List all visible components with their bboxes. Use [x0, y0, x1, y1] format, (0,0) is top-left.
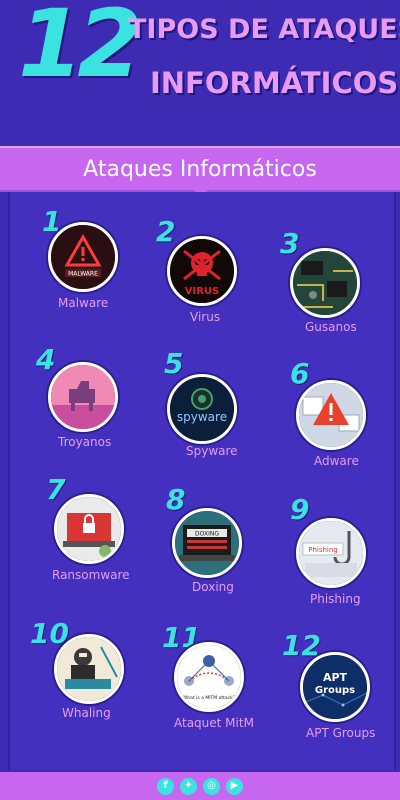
title-line-1: TIPOS DE ATAQUES: [128, 14, 400, 45]
instagram-icon[interactable]: ◎: [203, 777, 220, 795]
virus-skull-icon[interactable]: VIRUS: [167, 236, 237, 306]
spyware-eye-icon[interactable]: spyware: [167, 374, 237, 444]
item-label: Phishing: [310, 592, 361, 606]
infographic-page: 12 TIPOS DE ATAQUES INFORMÁTICOS Ataques…: [0, 0, 400, 800]
doxing-icon-text: DOXING: [195, 531, 219, 538]
header: 12 TIPOS DE ATAQUES INFORMÁTICOS: [0, 0, 400, 140]
banner-title: Ataques Informáticos: [83, 156, 317, 182]
mitm-diagram-icon[interactable]: What is a MITM attack?: [174, 642, 244, 712]
item-label: Malware: [58, 296, 109, 310]
title-line-2: INFORMÁTICOS: [150, 66, 399, 100]
item-label: Ataquet MitM: [174, 716, 254, 730]
malware-icon[interactable]: MALWARE: [48, 222, 118, 292]
facebook-icon[interactable]: f: [157, 777, 174, 795]
apt-groups-icon[interactable]: APT Groups: [300, 652, 370, 722]
item-number: 6: [290, 357, 310, 390]
adware-warning-icon[interactable]: [296, 380, 366, 450]
footer-bar: f ✦ ◎ ▶: [0, 772, 400, 800]
item-label: Gusanos: [305, 320, 357, 334]
phishing-icon-text: Phishing: [308, 546, 338, 554]
mitm-icon-text: What is a MITM attack?: [183, 695, 236, 701]
item-label: Ransomware: [52, 568, 130, 582]
apt-icon-text-2: Groups: [315, 685, 355, 696]
item-number: 4: [36, 343, 56, 376]
spyware-icon-text: spyware: [177, 410, 227, 424]
circuit-board-icon[interactable]: [290, 248, 360, 318]
trojan-horse-icon[interactable]: [48, 362, 118, 432]
phishing-hook-icon[interactable]: Phishing: [296, 518, 366, 588]
section-banner: Ataques Informáticos: [0, 146, 400, 192]
virus-icon-text: VIRUS: [185, 286, 219, 297]
item-number: 5: [164, 347, 184, 380]
malware-icon-text: MALWARE: [68, 271, 98, 278]
youtube-icon[interactable]: ▶: [226, 777, 243, 795]
apt-icon-text-1: APT: [323, 671, 348, 684]
item-label: Whaling: [62, 706, 111, 720]
item-label: Doxing: [192, 580, 234, 594]
whaling-hacker-icon[interactable]: [54, 634, 124, 704]
doxing-laptop-icon[interactable]: DOXING: [172, 508, 242, 578]
item-label: Troyanos: [58, 435, 112, 449]
ransomware-lock-icon[interactable]: [54, 494, 124, 564]
item-label: Adware: [314, 454, 359, 468]
item-label: APT Groups: [306, 726, 376, 740]
twitter-icon[interactable]: ✦: [180, 777, 197, 795]
item-label: Virus: [190, 310, 221, 324]
item-number: 2: [156, 215, 176, 248]
item-number: 12: [282, 629, 321, 662]
item-number: 3: [280, 227, 300, 260]
item-label: Spyware: [186, 444, 238, 458]
item-number: 9: [290, 493, 310, 526]
item-number: 8: [166, 483, 186, 516]
header-number: 12: [18, 0, 143, 99]
item-number: 7: [46, 473, 66, 506]
